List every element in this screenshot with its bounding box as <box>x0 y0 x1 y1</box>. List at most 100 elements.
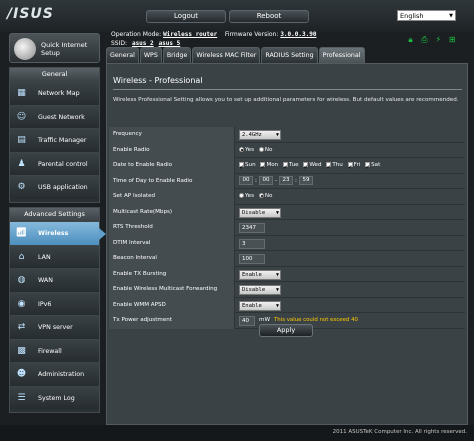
tx-power-input[interactable]: 40 <box>239 316 255 326</box>
chevron-down-icon: ▼ <box>275 132 279 138</box>
ssid-link-2[interactable]: asus_5 <box>159 40 181 47</box>
guest-network-icon: ☺ <box>16 111 27 122</box>
table-row: Multicast Rate(Mbps) Disable ▼ <box>109 204 465 220</box>
sidebar-item-label: Firewall <box>38 347 62 355</box>
sidebar-item-traffic-manager[interactable]: ▤ Traffic Manager <box>10 128 99 152</box>
day-checkbox-fri[interactable] <box>347 160 353 176</box>
day-label: Sun <box>245 162 256 168</box>
sidebar-general-title: General <box>10 68 99 81</box>
wmm-apsd-label: Enable WMM APSD <box>109 297 235 313</box>
network-icon[interactable]: ⊞ <box>448 35 457 44</box>
wireless-multicast-value: Disable <box>242 287 266 293</box>
end-hour-input[interactable]: 23 <box>279 175 293 185</box>
ssid-link-1[interactable]: asus_2 <box>132 40 154 47</box>
tab-wireless-mac-filter[interactable]: Wireless MAC Filter <box>192 47 261 63</box>
chevron-down-icon: ▼ <box>275 302 279 309</box>
sidebar-item-label: Wireless <box>38 230 69 237</box>
sidebar-item-ipv6[interactable]: ◉ IPv6 <box>10 291 99 315</box>
usb-icon[interactable]: ⚡︎ <box>434 35 443 44</box>
chevron-down-icon: ▼ <box>275 287 279 293</box>
sidebar-item-label: Administration <box>38 371 85 378</box>
sidebar-item-label: IPv6 <box>38 300 52 308</box>
tab-bridge[interactable]: Bridge <box>162 47 192 63</box>
quick-internet-setup-button[interactable]: Quick Internet Setup <box>9 33 100 63</box>
printer-icon[interactable]: ⎙ <box>420 35 429 44</box>
tab-general[interactable]: General <box>106 47 139 63</box>
parental-control-icon: ♟ <box>17 158 26 169</box>
table-row: RTS Threshold 2347 <box>109 220 465 236</box>
end-minute-input[interactable]: 59 <box>299 175 313 185</box>
sidebar-item-administration[interactable]: ☻ Administration <box>10 362 99 386</box>
ap-isolated-no[interactable] <box>258 193 264 198</box>
frequency-value: 2.4GHz <box>242 132 262 138</box>
enable-radio-yes[interactable] <box>239 146 244 152</box>
frequency-label: Frequency <box>109 127 235 143</box>
operation-mode-link[interactable]: Wireless router <box>163 31 217 38</box>
network-map-icon: ▦ <box>17 88 26 98</box>
tx-bursting-select[interactable]: Enable ▼ <box>239 269 281 280</box>
table-row: Enable TX Bursting Enable ▼ <box>109 266 465 282</box>
day-label: Thu <box>332 162 343 168</box>
sidebar-item-system-log[interactable]: ☰ System Log <box>10 385 99 409</box>
table-row: DTIM Interval 3 <box>109 235 465 251</box>
start-minute-input[interactable]: 00 <box>259 175 273 185</box>
sidebar-item-network-map[interactable]: ▦ Network Map <box>10 81 99 105</box>
administration-icon: ☻ <box>16 369 27 379</box>
enable-radio-no[interactable] <box>258 146 264 152</box>
wan-icon: ◍ <box>17 275 26 285</box>
sidebar-advanced-title: Advanced Settings <box>10 208 99 221</box>
day-checkbox-sun[interactable] <box>239 160 244 176</box>
day-checkbox-sat[interactable] <box>365 160 370 176</box>
reboot-button[interactable]: Reboot <box>229 10 309 23</box>
day-checkbox-wed[interactable] <box>303 160 308 176</box>
ap-isolated-label: Set AP Isolated <box>109 189 235 205</box>
rts-threshold-label: RTS Threshold <box>109 220 235 236</box>
usb-application-icon: ⚙ <box>17 182 26 192</box>
wmm-apsd-select[interactable]: Enable ▼ <box>239 300 281 311</box>
day-label: Sat <box>371 162 381 168</box>
logout-button[interactable]: Logout <box>146 10 226 23</box>
sidebar-item-guest-network[interactable]: ☺ Guest Network <box>10 104 99 128</box>
settings-table: Frequency 2.4GHz ▼ Enable Radio Yes No D… <box>109 127 465 329</box>
sidebar-item-wan[interactable]: ◍ WAN <box>10 268 99 292</box>
tx-bursting-label: Enable TX Bursting <box>109 266 235 282</box>
table-row: Beacon Interval 100 <box>109 251 465 267</box>
day-label: Mon <box>266 162 279 168</box>
wireless-multicast-select[interactable]: Disable ▼ <box>239 285 281 295</box>
title-divider <box>113 89 462 90</box>
enable-radio-label: Enable Radio <box>109 142 235 158</box>
lock-icon[interactable]: 🔒︎ <box>406 35 415 44</box>
apply-button[interactable]: Apply <box>259 324 313 337</box>
day-checkbox-tue[interactable] <box>283 160 288 176</box>
frequency-select[interactable]: 2.4GHz ▼ <box>239 130 281 140</box>
day-checkbox-mon[interactable] <box>260 160 265 176</box>
sidebar-item-label: Network Map <box>38 90 80 97</box>
dtim-interval-input[interactable]: 3 <box>239 238 265 249</box>
language-select[interactable]: English ▼ <box>397 10 456 21</box>
page-description: Wireless Professional Setting allows you… <box>113 97 459 103</box>
tab-wps[interactable]: WPS <box>139 47 162 63</box>
sidebar-item-label: Parental control <box>38 160 88 168</box>
sidebar-item-vpn-server[interactable]: ⇄ VPN server <box>10 315 99 339</box>
firmware-link[interactable]: 3.0.0.3.90 <box>280 31 316 38</box>
settings-tabs: General WPS Bridge Wireless MAC Filter RADIU… <box>106 47 366 63</box>
start-hour-input[interactable]: 00 <box>239 175 253 185</box>
traffic-manager-icon: ▤ <box>17 135 26 145</box>
sidebar-item-usb-application[interactable]: ⚙ USB application <box>10 175 99 199</box>
dtim-interval-label: DTIM Interval <box>109 235 235 251</box>
multicast-rate-select[interactable]: Disable ▼ <box>239 207 281 218</box>
multicast-rate-value: Disable <box>242 209 266 216</box>
tab-professional[interactable]: Professional <box>318 47 365 63</box>
tab-radius-setting[interactable]: RADIUS Setting <box>261 47 318 63</box>
day-checkbox-thu[interactable] <box>326 160 331 176</box>
ap-isolated-yes[interactable] <box>239 193 244 198</box>
sidebar-item-lan[interactable]: ⌂ LAN <box>10 244 99 268</box>
sidebar-advanced: Advanced Settings 📶︎ Wireless ⌂ LAN ◍ WA… <box>9 207 106 413</box>
chevron-down-icon: ▼ <box>449 13 453 19</box>
rts-threshold-input[interactable]: 2347 <box>239 223 265 233</box>
firmware-label: Firmware Version: <box>224 31 279 38</box>
beacon-interval-input[interactable]: 100 <box>239 254 265 264</box>
sidebar-item-parental-control[interactable]: ♟ Parental control <box>10 151 99 175</box>
sidebar-item-firewall[interactable]: ▩ Firewall <box>10 338 99 362</box>
sidebar-item-wireless[interactable]: 📶︎ Wireless <box>10 221 106 245</box>
